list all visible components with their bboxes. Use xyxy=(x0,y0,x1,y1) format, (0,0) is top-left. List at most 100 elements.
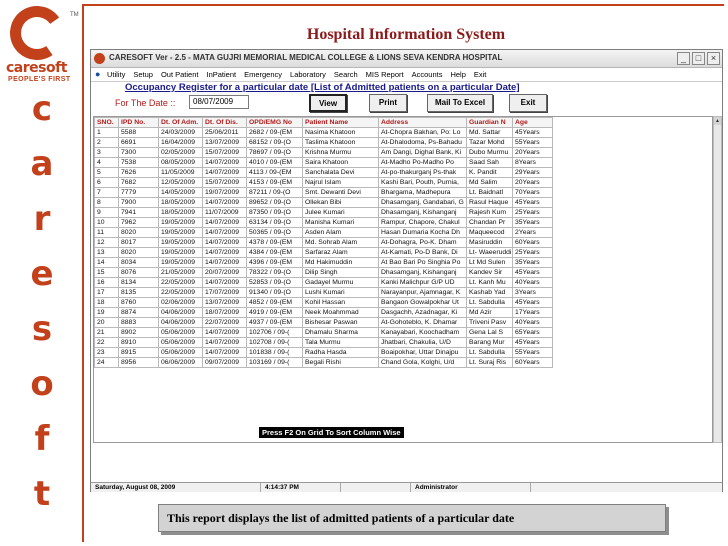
column-header[interactable]: Address xyxy=(378,117,467,128)
table-cell: Rajesh Kum xyxy=(466,207,513,218)
menu-item-search[interactable]: Search xyxy=(334,70,358,79)
menu-item-out-patient[interactable]: Out Patient xyxy=(161,70,199,79)
table-cell: 17/07/2009 xyxy=(202,287,247,298)
menu-item-laboratory[interactable]: Laboratory xyxy=(290,70,326,79)
table-row[interactable]: 6 7682 12/05/2009 15/07/2009 4153 / 09-(EM Na… xyxy=(94,177,553,188)
column-header[interactable]: Dt. Of Dis. xyxy=(202,117,247,128)
view-button[interactable]: View xyxy=(309,94,347,112)
table-row[interactable]: 10 7962 19/05/2009 14/07/2009 63134 / 09-(O M… xyxy=(94,217,553,228)
table-row[interactable]: 9 7941 18/05/2009 11/07/2009 87350 / 09-(O Ju… xyxy=(94,207,553,218)
scroll-up-arrow-icon[interactable]: ▲ xyxy=(714,117,721,125)
table-cell: 8915 xyxy=(118,347,159,358)
table-cell: 70Years xyxy=(512,187,553,198)
brand-letter: f xyxy=(34,419,50,459)
table-cell: 7626 xyxy=(118,167,159,178)
table-cell: 45Years xyxy=(512,297,553,308)
table-cell: Md. Sattar xyxy=(466,127,513,138)
table-row[interactable]: 23 8915 05/06/2009 14/07/2009 101838 / 09-(R… xyxy=(94,347,553,358)
table-cell: 06/06/2009 xyxy=(158,357,203,368)
table-cell: 8020 xyxy=(118,227,159,238)
table-cell: Dhasamganj, Gandabari, G xyxy=(378,197,467,208)
left-accent-line xyxy=(82,4,84,542)
table-row[interactable]: 4 7538 08/05/2009 14/07/2009 4010 / 09-(EM Sa… xyxy=(94,157,553,168)
column-header[interactable]: Dt. Of Adm. xyxy=(158,117,203,128)
table-cell: 8760 xyxy=(118,297,159,308)
table-cell: Kandev Sir xyxy=(466,267,513,278)
mail-to-excel-button[interactable]: Mail To Excel xyxy=(427,94,493,112)
table-cell: 25Years xyxy=(512,207,553,218)
table-row[interactable]: 15 8076 21/05/2009 20/07/2009 78322 / 09-(O D… xyxy=(94,267,553,278)
menu-item-emergency[interactable]: Emergency xyxy=(244,70,282,79)
table-row[interactable]: 17 8135 22/05/2009 17/07/2009 91340 / 09-(O L… xyxy=(94,287,553,298)
table-row[interactable]: 22 8910 05/06/2009 14/07/2009 102708 / 09-(T… xyxy=(94,337,553,348)
window-titlebar[interactable]: CARESOFT Ver - 2.5 - MATA GUJRI MEMORIAL… xyxy=(91,50,722,68)
table-cell: 17Years xyxy=(512,307,553,318)
table-cell: 05/06/2009 xyxy=(158,327,203,338)
window-title: CARESOFT Ver - 2.5 - MATA GUJRI MEMORIAL… xyxy=(109,53,503,62)
exit-button[interactable]: Exit xyxy=(509,94,547,112)
table-row[interactable]: 14 8034 19/05/2009 14/07/2009 4396 / 09-(EM M… xyxy=(94,257,553,268)
table-cell: 19/05/2009 xyxy=(158,247,203,258)
table-cell: 8135 xyxy=(118,287,159,298)
table-cell: 22 xyxy=(94,337,119,348)
maximize-button[interactable]: □ xyxy=(692,52,705,65)
table-cell: 4937 / 09-(EM xyxy=(246,317,303,328)
table-cell: Nasima Khatoon xyxy=(302,127,379,138)
column-header[interactable]: IPD No. xyxy=(118,117,159,128)
table-row[interactable]: 11 8020 19/05/2009 14/07/2009 50365 / 09-(O A… xyxy=(94,227,553,238)
app-menu-icon[interactable]: ● xyxy=(95,70,104,79)
table-cell: 10 xyxy=(94,217,119,228)
table-cell: 08/05/2009 xyxy=(158,157,203,168)
table-row[interactable]: 8 7900 18/05/2009 14/07/2009 89652 / 09-(O Ol… xyxy=(94,197,553,208)
table-row[interactable]: 5 7626 11/05/2009 14/07/2009 4113 / 09-(EM Sa… xyxy=(94,167,553,178)
table-header-row: SNO. IPD No. Dt. Of Adm. Dt. Of Dis. OPD/EMG… xyxy=(94,117,553,128)
table-row[interactable]: 1 5588 24/03/2009 25/06/2011 2682 / 09-(EM Na… xyxy=(94,127,553,138)
table-cell: 60Years xyxy=(512,237,553,248)
column-header[interactable]: OPD/EMG No xyxy=(246,117,303,128)
table-cell: 4919 / 09-(EM xyxy=(246,307,303,318)
column-header[interactable]: Patient Name xyxy=(302,117,379,128)
column-header[interactable]: Age xyxy=(512,117,553,128)
menu-item-setup[interactable]: Setup xyxy=(133,70,153,79)
minimize-button[interactable]: _ xyxy=(677,52,690,65)
print-button[interactable]: Print xyxy=(369,94,407,112)
column-header[interactable]: SNO. xyxy=(94,117,119,128)
menu-item-mis-report[interactable]: MIS Report xyxy=(366,70,404,79)
date-field[interactable]: 08/07/2009 xyxy=(189,95,249,109)
table-cell: Sanchalata Devi xyxy=(302,167,379,178)
table-cell: 4 xyxy=(94,157,119,168)
menu-item-inpatient[interactable]: InPatient xyxy=(206,70,236,79)
table-cell: 65Years xyxy=(512,327,553,338)
grid-scrollbar[interactable]: ▲ xyxy=(713,116,722,443)
menu-item-exit[interactable]: Exit xyxy=(474,70,487,79)
close-button[interactable]: × xyxy=(707,52,720,65)
table-cell: 4378 / 09-(EM xyxy=(246,237,303,248)
table-row[interactable]: 7 7779 14/05/2009 19/07/2009 87211 / 09-(O Sm… xyxy=(94,187,553,198)
menu-item-accounts[interactable]: Accounts xyxy=(412,70,443,79)
table-cell: 68152 / 09-(O xyxy=(246,137,303,148)
table-cell: 19/05/2009 xyxy=(158,257,203,268)
table-cell: 11/05/2009 xyxy=(158,167,203,178)
brand-name: caresoft xyxy=(6,60,67,76)
table-cell: Gena Lal S xyxy=(466,327,513,338)
table-row[interactable]: 13 8020 19/05/2009 14/07/2009 4384 / 09-(EM S… xyxy=(94,247,553,258)
table-row[interactable]: 24 8956 06/06/2009 09/07/2009 103169 / 09-(B… xyxy=(94,357,553,368)
menu-item-help[interactable]: Help xyxy=(450,70,465,79)
table-row[interactable]: 12 8017 19/05/2009 14/07/2009 4378 / 09-(EM M… xyxy=(94,237,553,248)
table-cell: 78322 / 09-(O xyxy=(246,267,303,278)
table-cell: Najrul Islam xyxy=(302,177,379,188)
table-cell: 63134 / 09-(O xyxy=(246,217,303,228)
column-header[interactable]: Guardian N xyxy=(466,117,513,128)
table-row[interactable]: 21 8902 05/06/2009 14/07/2009 102706 / 09-(D… xyxy=(94,327,553,338)
table-cell: 78697 / 09-(O xyxy=(246,147,303,158)
table-cell: 7300 xyxy=(118,147,159,158)
table-row[interactable]: 16 8134 22/05/2009 14/07/2009 52853 / 09-(O G… xyxy=(94,277,553,288)
table-row[interactable]: 18 8760 02/06/2009 13/07/2009 4852 / 09-(EM K… xyxy=(94,297,553,308)
menu-item-utility[interactable]: Utility xyxy=(107,70,125,79)
patient-grid[interactable]: SNO. IPD No. Dt. Of Adm. Dt. Of Dis. OPD/EMG… xyxy=(93,116,713,443)
table-row[interactable]: 3 7300 02/05/2009 15/07/2009 78697 / 09-(O Kr… xyxy=(94,147,553,158)
table-row[interactable]: 19 8874 04/06/2009 18/07/2009 4919 / 09-(EM N… xyxy=(94,307,553,318)
table-row[interactable]: 20 8883 04/06/2009 22/07/2009 4937 / 09-(EM B… xyxy=(94,317,553,328)
table-row[interactable]: 2 6691 16/04/2009 13/07/2009 68152 / 09-(O Ta… xyxy=(94,137,553,148)
table-cell: Bishesar Paswan xyxy=(302,317,379,328)
